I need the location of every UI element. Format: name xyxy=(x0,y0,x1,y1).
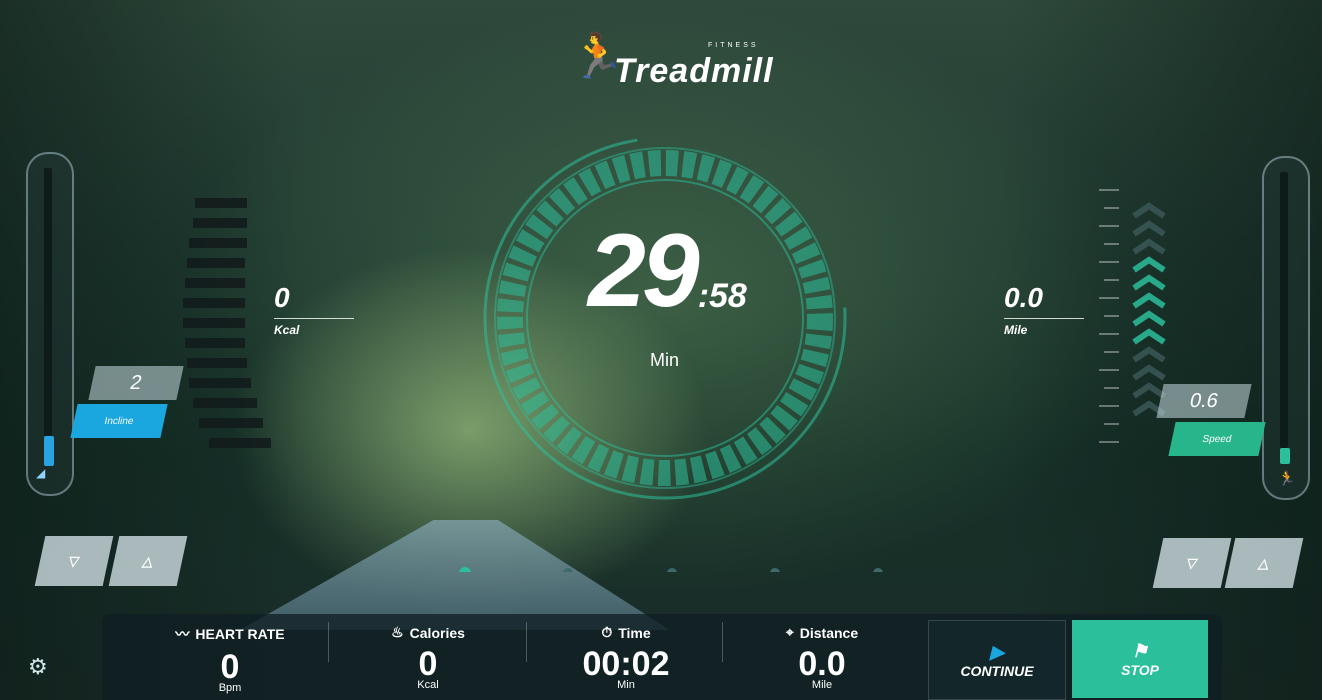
speed-label: Speed xyxy=(1168,422,1266,456)
time-minutes: 29 xyxy=(588,213,700,329)
stat-time: ⏱ Time 00:02 Min xyxy=(528,614,724,700)
settings-icon[interactable]: ⚙ xyxy=(28,654,48,680)
mile-divider xyxy=(1004,318,1084,319)
brand-logo: 🏃 FITNESS Treadmill xyxy=(570,30,790,100)
stat-label: HEART RATE xyxy=(195,626,285,642)
timeline-dot xyxy=(873,568,883,572)
incline-scale-bars xyxy=(183,198,271,448)
speed-track-bg xyxy=(1280,172,1288,448)
incline-up-button[interactable]: ▵ xyxy=(108,536,188,586)
stat-heart-rate: 〰 HEART RATE 0 Bpm xyxy=(132,614,328,700)
flame-icon: ♨ xyxy=(391,624,404,640)
chevron-up-icon: ▵ xyxy=(139,548,157,573)
incline-level-fill xyxy=(44,436,54,466)
stop-button[interactable]: ⚑ STOP xyxy=(1072,620,1208,698)
stopwatch-icon: ⏱ xyxy=(601,624,613,640)
timeline-dot xyxy=(770,568,780,572)
kcal-panel: 0 Kcal xyxy=(274,282,354,337)
stat-value: 0 xyxy=(220,648,240,686)
stat-value: 0.0 xyxy=(798,645,846,683)
location-pin-icon: ⌖ xyxy=(785,624,794,640)
stop-label: STOP xyxy=(1121,661,1159,678)
chevron-up-icon: ▵ xyxy=(1255,550,1273,575)
speed-value: 0.6 xyxy=(1156,384,1252,418)
time-seconds: :58 xyxy=(697,277,747,315)
time-unit: Min xyxy=(650,350,680,370)
divider xyxy=(526,622,527,662)
mile-panel: 0.0 Mile xyxy=(1004,282,1084,337)
speed-down-button[interactable]: ▿ xyxy=(1152,538,1232,588)
mile-panel-unit: Mile xyxy=(1004,323,1028,337)
stat-label: Calories xyxy=(409,624,465,641)
divider xyxy=(722,622,723,662)
stat-unit: Mile xyxy=(811,679,833,691)
timeline-dot xyxy=(667,568,677,572)
timeline-dot xyxy=(563,568,573,572)
stat-unit: Min xyxy=(617,679,635,691)
time-display: 29 :58 xyxy=(588,213,747,329)
incline-value: 2 xyxy=(88,366,184,400)
timeline-dot-active xyxy=(459,567,471,572)
incline-down-button[interactable]: ▿ xyxy=(34,536,114,586)
continue-button[interactable]: ▶ CONTINUE xyxy=(928,620,1066,700)
progress-timeline: → xyxy=(459,567,883,572)
incline-track-bg xyxy=(44,168,52,436)
kcal-panel-unit: Kcal xyxy=(274,323,300,337)
stat-label: Time xyxy=(618,624,651,641)
bottom-stats-bar: 〰 HEART RATE 0 Bpm ♨ Calories 0 Kcal ⏱ Time… xyxy=(102,614,1222,700)
stat-label: Distance xyxy=(799,624,859,641)
play-icon: ▶ xyxy=(990,641,1004,662)
divider xyxy=(328,622,329,662)
stat-unit: Bpm xyxy=(218,682,242,694)
speed-up-button[interactable]: ▵ xyxy=(1224,538,1304,588)
kcal-divider xyxy=(274,318,354,319)
kcal-panel-value: 0 xyxy=(274,282,290,313)
continue-label: CONTINUE xyxy=(960,662,1034,679)
incline-label: Incline xyxy=(70,404,168,438)
heart-rate-icon: 〰 xyxy=(175,626,190,642)
speed-level-fill xyxy=(1280,448,1290,464)
incline-icon: ◢ xyxy=(36,466,46,480)
brand-name: Treadmill xyxy=(614,52,774,90)
stat-value: 00:02 xyxy=(582,645,670,683)
flag-icon: ⚑ xyxy=(1131,640,1149,661)
chevron-down-icon: ▿ xyxy=(65,548,83,573)
chevron-down-icon: ▿ xyxy=(1183,550,1201,575)
stat-unit: Kcal xyxy=(417,679,439,691)
brand-small-text: FITNESS xyxy=(708,42,759,49)
stat-calories: ♨ Calories 0 Kcal xyxy=(330,614,526,700)
runner-small-icon: 🏃 xyxy=(1278,470,1296,486)
speed-scale xyxy=(1099,189,1166,443)
stat-distance: ⌖ Distance 0.0 Mile xyxy=(724,614,920,700)
stat-value: 0 xyxy=(418,645,438,683)
mile-panel-value: 0.0 xyxy=(1004,282,1043,313)
